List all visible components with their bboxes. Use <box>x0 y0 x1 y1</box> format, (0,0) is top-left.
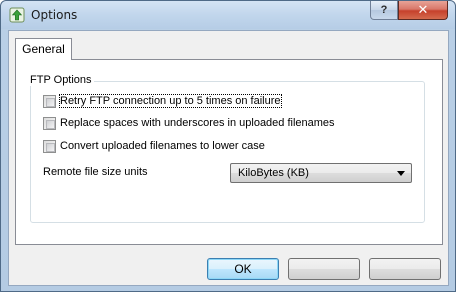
lowercase-filenames-label[interactable]: Convert uploaded filenames to lower case <box>60 140 265 152</box>
ftp-options-label: FTP Options <box>28 74 94 86</box>
retry-ftp-option[interactable]: Retry FTP connection up to 5 times on fa… <box>43 94 303 110</box>
lowercase-filenames-checkbox[interactable] <box>43 140 56 153</box>
help-button[interactable]: ? <box>370 1 398 20</box>
blank-button-2[interactable] <box>288 258 360 280</box>
ok-button[interactable]: OK <box>207 258 279 280</box>
lowercase-filenames-option[interactable]: Convert uploaded filenames to lower case <box>43 139 283 155</box>
chevron-down-icon <box>397 171 405 176</box>
replace-spaces-checkbox[interactable] <box>43 117 56 130</box>
replace-spaces-option[interactable]: Replace spaces with underscores in uploa… <box>43 116 343 132</box>
window-title: Options <box>31 8 78 22</box>
close-icon: ✕ <box>417 2 429 17</box>
close-button[interactable]: ✕ <box>398 1 448 20</box>
size-units-select[interactable]: KiloBytes (KB) <box>230 163 412 183</box>
tab-panel-general: FTP Options Retry FTP connection up to 5… <box>15 59 443 245</box>
size-units-label: Remote file size units <box>43 166 148 178</box>
size-units-value: KiloBytes (KB) <box>238 167 309 179</box>
options-dialog: Options ? ✕ General FTP Options Retry FT… <box>0 0 456 292</box>
retry-ftp-label[interactable]: Retry FTP connection up to 5 times on fa… <box>59 94 282 108</box>
replace-spaces-label[interactable]: Replace spaces with underscores in uploa… <box>60 117 335 129</box>
blank-button-3[interactable] <box>369 258 441 280</box>
dialog-client-area: General FTP Options Retry FTP connection… <box>8 30 449 286</box>
app-upload-icon <box>9 7 25 23</box>
tab-general[interactable]: General <box>15 38 72 60</box>
retry-ftp-checkbox[interactable] <box>43 95 56 108</box>
